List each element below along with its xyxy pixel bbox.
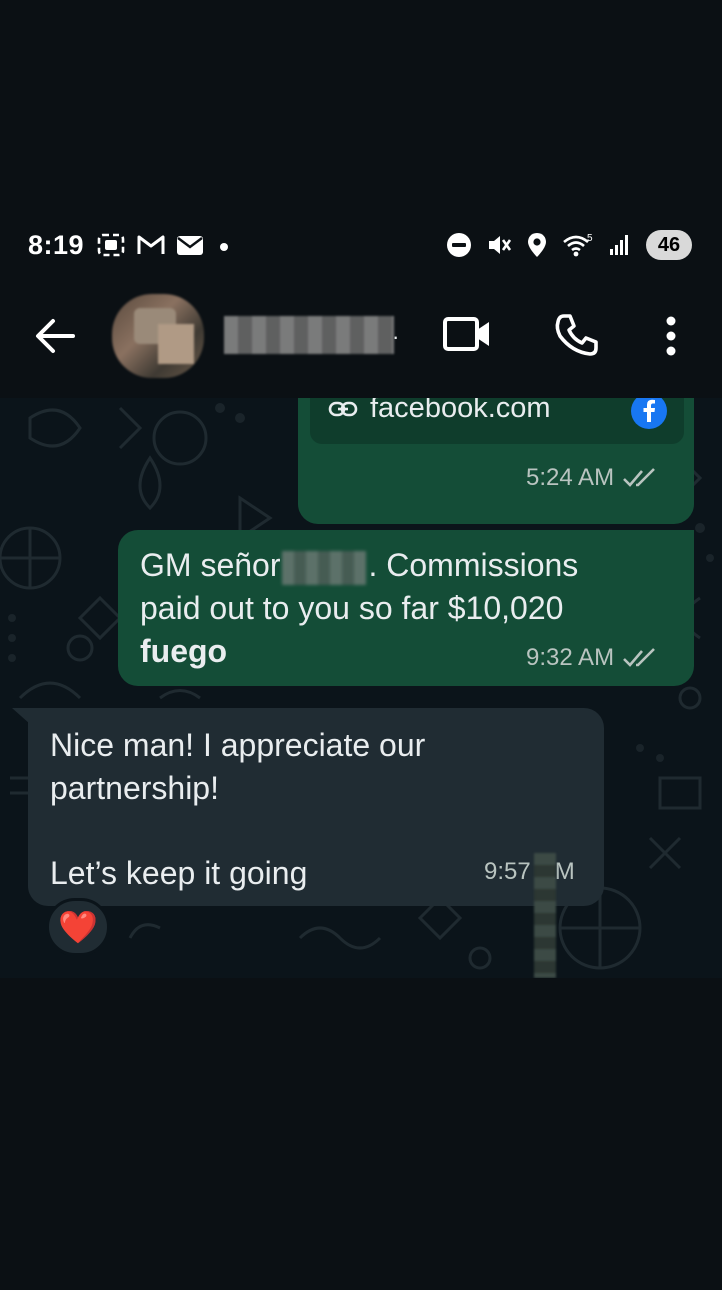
heart-icon: ❤️ <box>58 909 98 945</box>
message-text: Nice man! I appreciate our partnership! … <box>50 724 425 895</box>
message-line-1: Nice man! I appreciate our <box>50 727 426 763</box>
contact-name-trailing-dot: · <box>392 324 400 349</box>
back-button[interactable] <box>30 314 80 358</box>
link-icon <box>328 400 358 423</box>
outgoing-message[interactable]: GM señor . Commissions paid out to you so… <box>118 530 694 686</box>
message-line-2: paid out to you so far $10,020 <box>140 590 564 626</box>
link-url-text[interactable]: facebook.com <box>370 398 551 425</box>
status-time: 8:19 <box>28 230 85 260</box>
notification-dot-icon <box>214 235 234 255</box>
voice-call-button[interactable] <box>552 310 602 360</box>
phone-call-icon <box>555 314 598 356</box>
contact-name[interactable] <box>224 316 394 354</box>
battery-indicator: 46 <box>646 230 692 260</box>
dnd-icon <box>446 232 472 258</box>
screenshot-icon <box>96 232 126 258</box>
contact-avatar[interactable] <box>112 294 204 378</box>
double-check-icon <box>623 468 655 487</box>
video-call-icon <box>443 317 489 351</box>
chat-header: · <box>0 290 722 382</box>
message-time: 9:32 AM <box>526 644 615 671</box>
message-time-hour: 9:57 <box>484 858 531 885</box>
incoming-message[interactable]: Nice man! I appreciate our partnership! … <box>28 708 604 906</box>
reaction-badge[interactable]: ❤️ <box>46 898 110 956</box>
gmail-icon <box>136 233 166 257</box>
signal-icon <box>608 233 632 257</box>
arrow-left-icon <box>36 319 75 353</box>
link-preview-card[interactable]: facebook.com <box>310 398 684 444</box>
vibrate-mute-icon <box>486 232 512 258</box>
wifi-5g-icon: 5 <box>562 232 594 258</box>
message-meta: 5:24 AM <box>526 464 658 492</box>
more-options-icon <box>666 316 676 356</box>
facebook-icon <box>630 398 668 435</box>
message-line-2: partnership! <box>50 770 219 806</box>
svg-text:5: 5 <box>587 233 593 244</box>
video-call-button[interactable] <box>440 312 494 356</box>
mail-icon <box>176 234 204 256</box>
chat-area[interactable]: facebook.com 5:24 AM GM señor . Commissio… <box>0 398 722 978</box>
redacted-name <box>282 550 367 585</box>
message-meta: 9:32 AM <box>526 644 658 672</box>
message-time: 5:24 AM <box>526 464 615 491</box>
double-check-icon <box>623 648 655 667</box>
message-text-part: GM señor <box>140 547 281 583</box>
outgoing-link-message[interactable]: facebook.com 5:24 AM <box>298 398 694 524</box>
message-meta: 9:57 AM <box>484 858 575 886</box>
status-bar: 8:19 5 46 <box>0 222 722 272</box>
message-line-3: Let’s keep it going <box>50 855 308 891</box>
message-text-part: . Commissions <box>368 547 579 583</box>
location-icon <box>526 231 548 259</box>
message-line-1: GM señor . Commissions <box>140 544 680 587</box>
redaction-strip <box>534 853 556 978</box>
more-options-button[interactable] <box>654 310 688 362</box>
status-right-icons: 5 46 <box>446 230 692 260</box>
status-left-icons <box>96 232 234 258</box>
